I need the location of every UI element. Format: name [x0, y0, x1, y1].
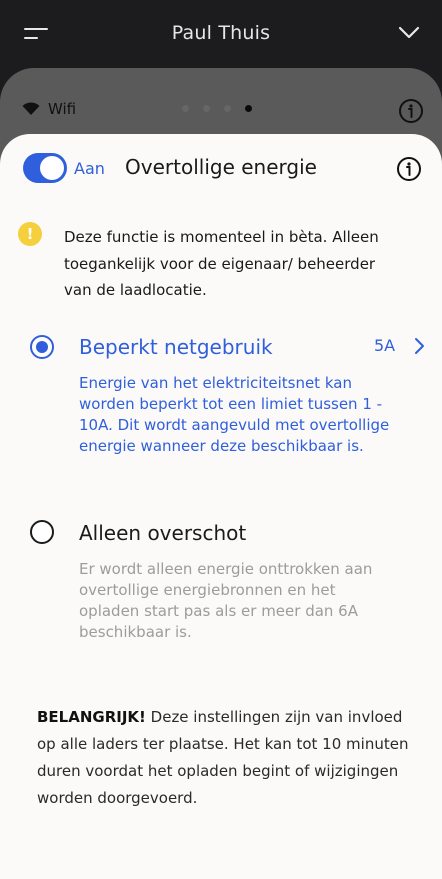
beta-notice: Deze functie is momenteel in bèta. Allee… [64, 228, 379, 299]
wifi-label: Wifi [48, 100, 77, 118]
option-alleen-overschot[interactable] [30, 520, 54, 544]
option-title[interactable]: Beperkt netgebruik [79, 335, 273, 359]
page-indicator [182, 105, 252, 112]
sheet-title: Overtollige energie [125, 155, 317, 179]
radio-beperkt-netgebruik[interactable] [30, 335, 54, 359]
important-notice: BELANGRIJK! Deze instellingen zijn van i… [37, 704, 417, 812]
location-title[interactable]: Paul Thuis [0, 22, 442, 44]
radio-alleen-overschot[interactable] [30, 520, 54, 544]
top-bar: Paul Thuis [0, 0, 442, 70]
chevron-down-icon[interactable] [398, 26, 420, 40]
wifi-icon [22, 102, 40, 115]
page-dot [182, 105, 189, 112]
wifi-status: Wifi [22, 100, 76, 118]
option-title[interactable]: Alleen overschot [79, 521, 246, 545]
info-icon[interactable] [396, 156, 422, 182]
chevron-right-icon[interactable] [414, 337, 426, 355]
option-beperkt-netgebruik[interactable] [30, 335, 54, 359]
page-dot [203, 105, 210, 112]
important-label: BELANGRIJK! [37, 708, 146, 726]
warning-icon: ! [18, 222, 42, 246]
option-description: Energie van het elektriciteitsnet kan wo… [79, 374, 390, 455]
current-limit-value[interactable]: 5A [374, 336, 395, 355]
page-dot [224, 105, 231, 112]
page-dot-active [245, 105, 252, 112]
option-description: Er wordt alleen energie onttrokken aan o… [79, 560, 373, 641]
info-icon[interactable] [398, 98, 424, 124]
